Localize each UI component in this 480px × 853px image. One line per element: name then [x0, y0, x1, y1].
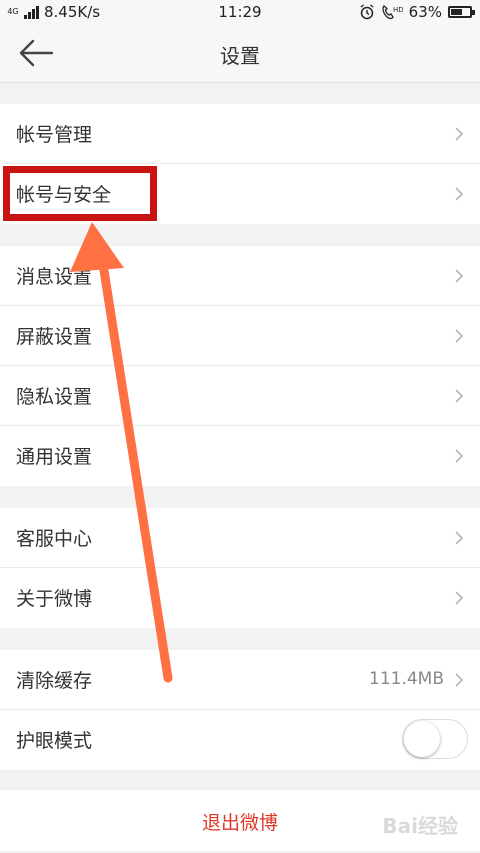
chevron-right-icon [455, 269, 464, 283]
settings-item-customer-service[interactable]: 客服中心 [0, 508, 480, 568]
chevron-right-icon [455, 531, 464, 545]
settings-item-block-settings[interactable]: 屏蔽设置 [0, 306, 480, 366]
settings-item-label: 消息设置 [16, 266, 93, 288]
settings-item-about-weibo[interactable]: 关于微博 [0, 568, 480, 628]
settings-item-clear-cache[interactable]: 清除缓存 111.4MB [0, 650, 480, 710]
toggle-knob [404, 721, 440, 757]
chevron-right-icon [455, 591, 464, 605]
battery-icon [448, 6, 475, 18]
settings-item-label: 护眼模式 [16, 730, 93, 752]
settings-group-account: 帐号管理 帐号与安全 [0, 104, 480, 224]
watermark: Bai经验 [382, 814, 458, 838]
settings-item-label: 客服中心 [16, 528, 93, 550]
hd-call-icon: HD [382, 5, 403, 20]
chevron-right-icon [455, 673, 464, 687]
settings-item-message-settings[interactable]: 消息设置 [0, 246, 480, 306]
alarm-icon [360, 4, 374, 20]
settings-item-label: 帐号管理 [16, 124, 93, 146]
chevron-right-icon [455, 449, 464, 463]
settings-item-label: 屏蔽设置 [16, 326, 93, 348]
settings-item-general-settings[interactable]: 通用设置 [0, 426, 480, 486]
svg-text:HD: HD [393, 6, 403, 14]
settings-group-storage: 清除缓存 111.4MB 护眼模式 [0, 650, 480, 770]
chevron-right-icon [455, 127, 464, 141]
chevron-right-icon [455, 389, 464, 403]
settings-item-label: 隐私设置 [16, 386, 93, 408]
header: 设置 [0, 26, 480, 83]
chevron-right-icon [455, 187, 464, 201]
settings-item-account-security[interactable]: 帐号与安全 [0, 164, 480, 224]
settings-item-label: 帐号与安全 [16, 184, 112, 206]
settings-item-label: 清除缓存 [16, 670, 93, 692]
chevron-right-icon [455, 329, 464, 343]
settings-item-privacy-settings[interactable]: 隐私设置 [0, 366, 480, 426]
settings-item-account-management[interactable]: 帐号管理 [0, 104, 480, 164]
cache-size-value: 111.4MB [369, 669, 444, 689]
battery-fill [451, 9, 463, 15]
settings-item-label: 关于微博 [16, 588, 93, 610]
status-bar: 4G 8.45K/s 11:29 HD 63% [0, 0, 480, 26]
settings-group-help: 客服中心 关于微博 [0, 508, 480, 628]
eye-protection-toggle[interactable] [402, 719, 468, 759]
battery-percent: 63% [408, 3, 442, 21]
settings-item-eye-protection: 护眼模式 [0, 710, 480, 770]
page-title: 设置 [220, 44, 260, 68]
status-right: HD 63% [359, 3, 475, 21]
settings-item-label: 通用设置 [16, 446, 93, 468]
settings-group-general: 消息设置 屏蔽设置 隐私设置 通用设置 [0, 246, 480, 486]
